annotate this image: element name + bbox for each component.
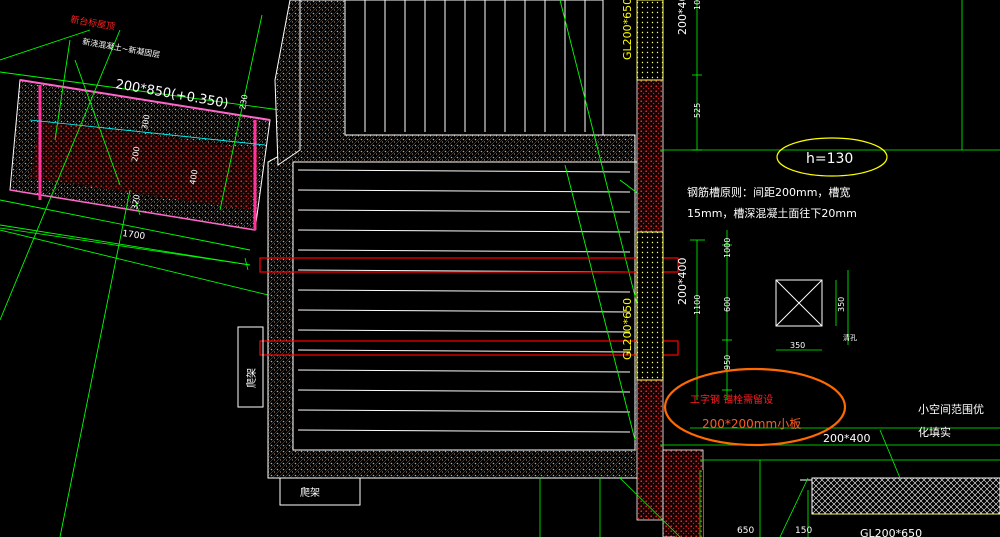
cad-drawing-canvas[interactable]: 新台标屋顶 新浇混凝土~新凝固层 200*850(+0.350) 230 300… <box>0 0 1000 537</box>
dim-350-v: 350 <box>837 297 846 312</box>
dim-230: 230 <box>238 94 250 111</box>
label-top-left-sub: 新浇混凝土~新凝固层 <box>82 36 161 60</box>
label-gl-bottom: GL200*650 <box>860 527 922 537</box>
label-beam-bottom-right: 200*400 <box>823 432 871 445</box>
dim-100-top: 100 <box>693 0 702 10</box>
dim-525: 525 <box>693 103 702 118</box>
label-top-left-red: 新台标屋顶 <box>69 13 115 33</box>
label-climb-frame-1: 爬架 <box>246 368 258 388</box>
filled-slab-bottom-right <box>800 477 1000 515</box>
right-dimension-lines <box>660 0 1000 461</box>
dim-150: 150 <box>795 526 812 536</box>
label-h-value: h=130 <box>806 151 853 167</box>
label-climb-frame-2: 爬架 <box>300 487 320 499</box>
label-gl-top: GL200*650 <box>621 0 634 60</box>
right-column <box>636 0 704 537</box>
dim-600: 600 <box>723 297 732 312</box>
orange-note-2: 200*200mm小板 <box>702 417 801 431</box>
label-beam-mid: 200*400 <box>676 258 689 306</box>
dim-950: 950 <box>723 355 732 370</box>
pit-structure <box>267 0 661 479</box>
orange-markup <box>663 367 847 447</box>
note-line-2: 15mm，槽深混凝土面往下20mm <box>687 206 857 220</box>
right-note-2: 化填实 <box>918 425 951 439</box>
label-gl-mid: GL200*650 <box>621 298 634 360</box>
dim-1100: 1100 <box>693 295 702 315</box>
note-line-1: 钢筋槽原则：间距200mm，槽宽 <box>687 185 850 199</box>
dim-200-top-right: 200*400 <box>676 0 689 35</box>
dim-1700: 1700 <box>122 229 146 242</box>
orange-note-1: 工字钢 锚栓需留设 <box>690 393 773 406</box>
label-clean-hole: 清孔 <box>843 333 857 342</box>
dim-650: 650 <box>737 526 754 536</box>
dim-1000: 1000 <box>723 238 732 258</box>
dim-350-h: 350 <box>790 341 805 350</box>
right-note-1: 小空间范围优 <box>918 402 984 416</box>
